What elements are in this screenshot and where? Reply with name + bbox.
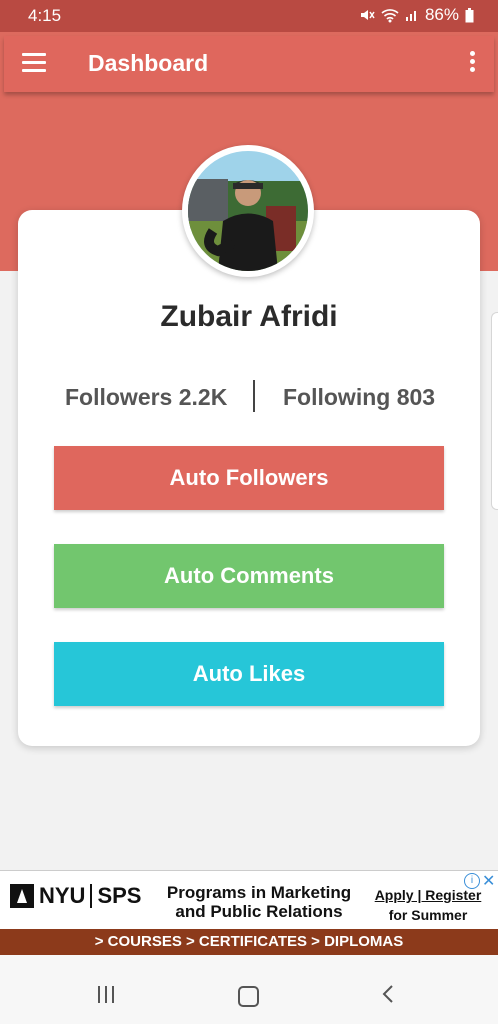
ad-brand-sps: SPS xyxy=(97,883,142,908)
signal-icon xyxy=(405,11,416,21)
auto-followers-button[interactable]: Auto Followers xyxy=(54,446,444,510)
ad-banner[interactable]: NYU SPS Programs in Marketing and Public… xyxy=(0,870,498,955)
status-bar: 4:15 86% xyxy=(0,0,498,32)
ad-strip: > COURSES > CERTIFICATES > DIPLOMAS xyxy=(0,929,498,955)
more-vert-icon[interactable] xyxy=(468,51,476,77)
stats-divider xyxy=(253,380,255,412)
ad-brand-nyu: NYU xyxy=(39,883,86,908)
ad-logo: NYU SPS xyxy=(10,883,141,909)
ad-logo-separator xyxy=(90,884,93,908)
mute-icon xyxy=(360,10,375,20)
status-time: 4:15 xyxy=(28,6,62,25)
profile-name: Zubair Afridi xyxy=(160,300,338,333)
home-icon[interactable] xyxy=(238,986,259,1007)
ad-cta[interactable]: Apply | Register for Summer xyxy=(374,885,482,925)
hamburger-menu-icon[interactable] xyxy=(22,53,46,75)
ad-cta-line2: for Summer xyxy=(388,907,468,923)
app-bar: Dashboard xyxy=(4,36,494,92)
battery-percent: 86% xyxy=(424,5,459,24)
side-drawer-handle[interactable] xyxy=(491,312,498,510)
page-title: Dashboard xyxy=(88,50,209,76)
followers-count: Followers 2.2K xyxy=(65,384,228,410)
status-icons: 86% xyxy=(359,5,474,25)
following-count: Following 803 xyxy=(283,384,436,410)
ad-cta-line1: Apply | Register xyxy=(374,887,482,903)
ad-headline: Programs in Marketing and Public Relatio… xyxy=(150,883,368,921)
ad-close-icon[interactable]: ✕ xyxy=(482,871,495,891)
ad-headline-line2: and Public Relations xyxy=(175,902,343,921)
profile-photo xyxy=(188,151,308,271)
back-icon[interactable] xyxy=(382,984,394,1004)
avatar[interactable] xyxy=(182,145,314,277)
battery-icon xyxy=(465,7,474,22)
ad-info-icon[interactable]: i xyxy=(464,873,480,889)
recent-apps-icon[interactable] xyxy=(98,986,114,1003)
system-nav-bar xyxy=(0,955,498,1024)
nyu-torch-icon xyxy=(10,884,34,908)
wifi-icon xyxy=(381,9,399,23)
ad-headline-line1: Programs in Marketing xyxy=(166,883,352,902)
auto-comments-button[interactable]: Auto Comments xyxy=(54,544,444,608)
auto-likes-button[interactable]: Auto Likes xyxy=(54,642,444,706)
